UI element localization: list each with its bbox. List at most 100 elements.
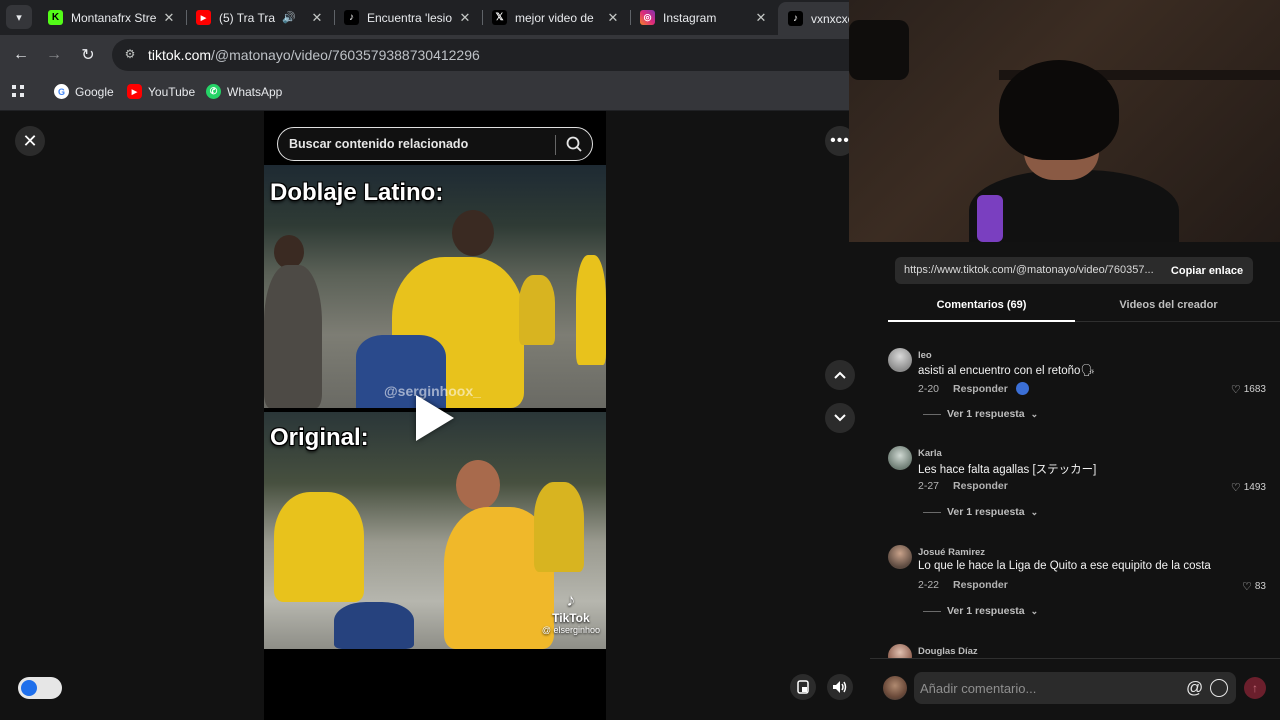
like-button[interactable]: ♡ 83 (1242, 580, 1266, 593)
search-bar[interactable]: Buscar contenido relacionado (277, 127, 593, 161)
volume-icon (833, 681, 847, 693)
view-replies-button[interactable]: Ver 1 respuesta ⌄ (923, 605, 1038, 617)
back-arrow-icon[interactable]: ← (9, 43, 33, 67)
tab-comments[interactable]: Comentarios (69) (888, 299, 1075, 311)
avatar[interactable] (888, 644, 912, 658)
chevron-down-icon: ⌄ (1030, 605, 1039, 616)
bookmark-youtube[interactable]: ▶ YouTube (127, 84, 195, 99)
comment-input[interactable]: Añadir comentario... @ (914, 672, 1236, 704)
reply-button[interactable]: Responder (953, 579, 1008, 591)
bookmarks-bar: G Google ▶ YouTube ✆ WhatsApp (0, 75, 849, 111)
kick-icon: K (48, 10, 63, 25)
heart-icon: ♡ (1230, 482, 1241, 494)
whatsapp-icon: ✆ (206, 84, 221, 99)
close-button[interactable]: ✕ (15, 126, 45, 156)
divider-line (923, 511, 941, 513)
tab-title: Montanafrx Stre (71, 10, 157, 25)
comment-text: asisti al encuentro con el retoño🗣 (918, 365, 1095, 377)
address-bar[interactable]: ⚙ tiktok.com/@matonayo/video/76035793887… (112, 39, 849, 71)
comment-meta: 2-22 Responder (918, 579, 1008, 591)
avatar[interactable] (888, 348, 912, 372)
site-settings-icon[interactable]: ⚙ (122, 47, 138, 63)
tab-creator-videos[interactable]: Videos del creador (1075, 299, 1262, 311)
comment-username[interactable]: Josué Ramirez (918, 547, 985, 558)
comments-panel: https://www.tiktok.com/@matonayo/video/7… (870, 242, 1280, 720)
reply-button[interactable]: Responder (953, 383, 1008, 395)
copy-link-button[interactable]: Copiar enlace (1161, 257, 1253, 284)
close-tab-icon[interactable]: ✕ (604, 10, 622, 26)
like-button[interactable]: ♡ 1493 (1231, 481, 1266, 494)
close-tab-icon[interactable]: ✕ (752, 10, 770, 26)
comment-username[interactable]: Douglas Díaz (918, 646, 978, 657)
bookmark-whatsapp[interactable]: ✆ WhatsApp (206, 84, 282, 99)
browser-chrome: ▾ K Montanafrx Stre ✕ ▶ (5) Tra Tra Tr 🔊… (0, 0, 849, 111)
previous-video-button[interactable] (825, 360, 855, 390)
emoji-icon[interactable] (1210, 679, 1228, 697)
yellow-jersey-figure (534, 482, 584, 572)
caption-doblaje: Doblaje Latino: (270, 179, 444, 206)
avatar[interactable] (888, 545, 912, 569)
close-tab-icon[interactable]: ✕ (456, 10, 474, 26)
tab-montanafrx[interactable]: K Montanafrx Stre ✕ (38, 0, 186, 35)
speaker-image (849, 20, 909, 80)
close-tab-icon[interactable]: ✕ (308, 10, 326, 26)
search-input[interactable]: Buscar contenido relacionado (289, 137, 468, 151)
mention-icon[interactable]: @ (1186, 678, 1203, 698)
tiktok-icon: ♪ (788, 11, 803, 26)
tab-instagram[interactable]: ◎ Instagram ✕ (630, 0, 778, 35)
tiktok-icon: ♪ (566, 590, 576, 610)
youtube-icon: ▶ (127, 84, 142, 99)
forward-arrow-icon[interactable]: → (42, 43, 66, 67)
tab-tiktok-encuentra[interactable]: ♪ Encuentra 'lesio ✕ (334, 0, 482, 35)
yellow-jersey-figure (274, 492, 364, 602)
yellow-jersey-figure (519, 275, 555, 345)
autoscroll-toggle[interactable] (18, 677, 62, 699)
yellow-jersey-figure (576, 255, 606, 365)
view-replies-button[interactable]: Ver 1 respuesta ⌄ (923, 506, 1038, 518)
active-tab-indicator (888, 320, 1075, 322)
tab-active-tiktok[interactable]: ♪ vxnxcxo (778, 2, 849, 35)
next-video-button[interactable] (825, 403, 855, 433)
play-icon[interactable] (416, 395, 454, 441)
ellipsis-icon: ••• (830, 132, 850, 149)
avatar[interactable] (888, 446, 912, 470)
search-divider (555, 135, 556, 155)
chevron-up-icon (834, 371, 846, 379)
comment-placeholder: Añadir comentario... (920, 681, 1037, 696)
person-figure (264, 265, 322, 408)
reply-button[interactable]: Responder (953, 480, 1008, 492)
x-icon: 𝕏 (492, 10, 507, 25)
tiktok-icon: ♪ (344, 10, 359, 25)
creator-liked-avatar (1015, 382, 1029, 395)
lamp-image (977, 195, 1003, 242)
tab-youtube[interactable]: ▶ (5) Tra Tra Tr 🔊 ✕ (186, 0, 334, 35)
user-avatar (883, 676, 907, 700)
speaker-icon[interactable]: 🔊 (278, 11, 300, 24)
tab-title: (5) Tra Tra Tr (219, 10, 278, 25)
floating-player-icon (797, 680, 809, 694)
heart-icon: ♡ (1242, 581, 1252, 593)
volume-button[interactable] (827, 674, 853, 700)
share-url[interactable]: https://www.tiktok.com/@matonayo/video/7… (904, 264, 1160, 276)
comment-item: Karla Les hace falta agallas [ステッカー] 2-2… (888, 446, 1268, 526)
bookmark-google[interactable]: G Google (54, 84, 114, 99)
like-button[interactable]: ♡ 1683 (1231, 383, 1266, 396)
comment-username[interactable]: Karla (918, 448, 942, 459)
divider-line (923, 610, 941, 612)
toggle-knob (21, 680, 37, 696)
search-icon[interactable] (564, 134, 584, 154)
close-tab-icon[interactable]: ✕ (160, 10, 178, 26)
send-button[interactable]: ↑ (1244, 677, 1266, 699)
google-icon: G (54, 84, 69, 99)
reload-icon[interactable]: ↻ (76, 43, 100, 67)
share-link-bar: https://www.tiktok.com/@matonayo/video/7… (895, 257, 1253, 284)
comment-username[interactable]: leo (918, 350, 932, 361)
apps-grid-icon[interactable] (11, 84, 26, 99)
heart-icon: ♡ (1230, 384, 1241, 396)
tiktok-watermark: ♪ TikTok @ elserginhoo (541, 590, 600, 635)
view-replies-button[interactable]: Ver 1 respuesta ⌄ (923, 408, 1038, 420)
tab-x[interactable]: 𝕏 mejor video de ✕ (482, 0, 630, 35)
video-player[interactable]: Buscar contenido relacionado Doblaje Lat… (264, 111, 606, 720)
floating-player-button[interactable] (790, 674, 816, 700)
tab-search-button[interactable]: ▾ (6, 5, 32, 29)
